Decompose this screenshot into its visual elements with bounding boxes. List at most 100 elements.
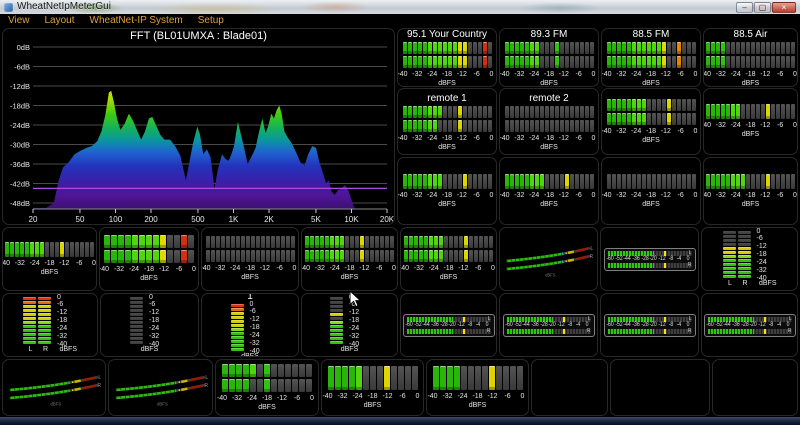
meter-scale: -40-32-24-18-12-60: [328, 392, 418, 401]
led-row: [403, 106, 492, 118]
led-meter: -40-32-24-18-12-60dBFS: [5, 242, 94, 277]
led-segment: [403, 120, 407, 132]
led-segment: [607, 42, 611, 54]
led-segment: [216, 236, 220, 248]
led-segment: [335, 366, 341, 390]
led-segment: [776, 56, 780, 68]
led-segment: [130, 297, 143, 300]
led-segment: [306, 364, 312, 377]
led-segment: [335, 250, 339, 262]
led-segment: [781, 42, 785, 54]
led-segment: [632, 99, 636, 111]
led-segment: [786, 56, 790, 68]
led-segment: [751, 56, 755, 68]
led-segment: [677, 174, 681, 189]
led-segment: [211, 250, 215, 262]
led-segment: [443, 120, 447, 132]
led-segment: [38, 337, 51, 340]
led-segment: [38, 341, 51, 344]
led-segment: [408, 56, 412, 68]
led-segment: [111, 235, 117, 248]
led-segment: [404, 236, 408, 248]
led-segment: [231, 344, 244, 347]
led-segment: [488, 56, 492, 68]
led-segment: [243, 364, 249, 377]
led-segment: [257, 364, 263, 377]
led-segment: [488, 120, 492, 132]
led-segment: [139, 250, 145, 263]
led-segment: [741, 42, 745, 54]
led-segment: [469, 236, 473, 248]
fft-plot: 0dB-6dB-12dB-18dB-24dB-30dB-36dB-42dB-48…: [3, 43, 394, 224]
led-segment: [433, 106, 437, 118]
dbfs-label: dBFS: [742, 130, 760, 139]
led-segment: [637, 56, 641, 68]
led-segment: [726, 104, 730, 119]
led-segment: [418, 56, 422, 68]
led-segment: [330, 333, 343, 336]
led-segment: [478, 42, 482, 54]
led-segment: [672, 174, 676, 189]
windows-taskbar[interactable]: [0, 417, 800, 425]
led-segment: [711, 174, 715, 189]
led-segment: [510, 56, 514, 68]
led-segment: [130, 325, 143, 328]
led-segment: [453, 120, 457, 132]
led-segment: [771, 42, 775, 54]
led-segment: [310, 250, 314, 262]
led-segment: [627, 56, 631, 68]
led-segment: [216, 250, 220, 262]
led-segment: [473, 106, 477, 118]
led-segment: [575, 106, 579, 118]
led-segment: [443, 174, 447, 189]
led-segment: [540, 174, 544, 189]
led-segment: [236, 236, 240, 248]
led-segment: [153, 235, 159, 248]
led-segment: [560, 106, 564, 118]
led-segment: [463, 56, 467, 68]
led-segment: [350, 236, 354, 248]
led-segment: [474, 236, 478, 248]
led-meter: -40-32-24-18-12-60dBFS: [404, 236, 493, 282]
led-segment: [146, 235, 152, 248]
led-row: [607, 113, 696, 125]
led-segment: [652, 99, 656, 111]
led-segment: [627, 113, 631, 125]
led-segment: [418, 174, 422, 189]
meter-row5-vertical-1: 0-6-12-18-24-32-40LRdBFS: [2, 293, 98, 357]
led-segment: [617, 113, 621, 125]
led-meter: -40-32-24-18-12-60dBFS: [706, 42, 795, 88]
led-segment: [590, 174, 594, 189]
led-segment: [418, 106, 422, 118]
led-segment: [721, 56, 725, 68]
led-segment: [23, 297, 36, 300]
led-segment: [488, 106, 492, 118]
led-segment: [711, 42, 715, 54]
led-segment: [286, 236, 290, 248]
led-segment: [38, 317, 51, 320]
led-segment: [489, 250, 493, 262]
led-segment: [642, 42, 646, 54]
led-segment: [118, 235, 124, 248]
led-segment: [325, 236, 329, 248]
led-segment: [667, 56, 671, 68]
led-row: [206, 236, 295, 248]
led-segment: [413, 106, 417, 118]
meter-scale: -40-32-24-18-12-60: [5, 259, 94, 268]
led-segment: [484, 236, 488, 248]
led-segment: [405, 366, 411, 390]
meter-row5-box-3: L-60-52-44-36-28-20-12-8-40R: [600, 293, 699, 357]
led-segment: [662, 174, 666, 189]
led-meter: -40-32-24-18-12-60dBFS: [505, 106, 594, 152]
svg-text:-48dB: -48dB: [10, 199, 30, 208]
led-segment: [479, 236, 483, 248]
led-segment: [403, 56, 407, 68]
led-segment: [188, 250, 194, 263]
led-segment: [447, 366, 453, 390]
led-segment: [370, 366, 376, 390]
led-segment: [667, 174, 671, 189]
led-segment: [428, 42, 432, 54]
led-segment: [706, 104, 710, 119]
led-segment: [408, 120, 412, 132]
led-column: [723, 231, 736, 278]
